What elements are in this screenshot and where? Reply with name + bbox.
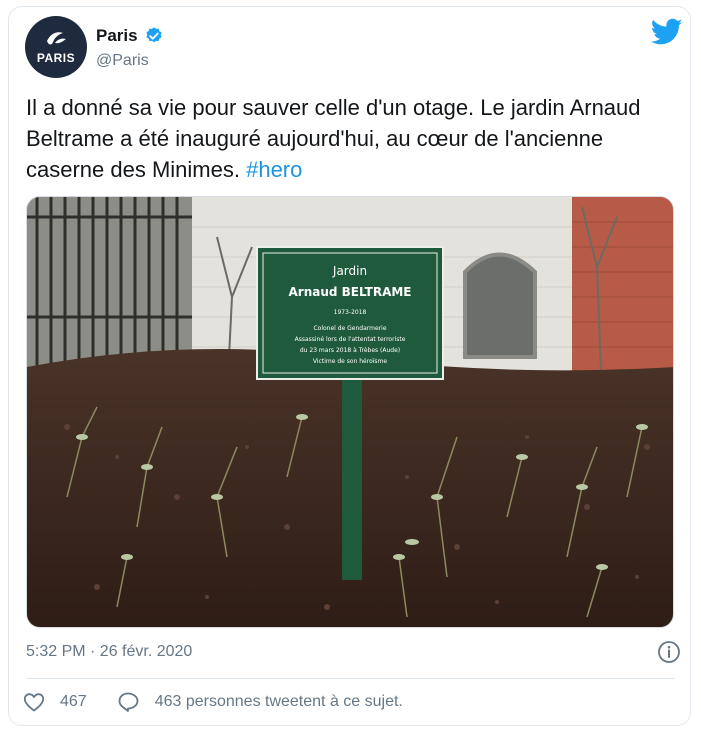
sign-line-3: 1973-2018 <box>334 309 367 316</box>
arched-window <box>463 252 537 359</box>
avatar[interactable]: PARIS <box>25 16 87 78</box>
author-handle[interactable]: @Paris <box>96 52 149 70</box>
reply-label: 463 personnes tweetent à ce sujet. <box>154 693 403 710</box>
like-button[interactable]: 467 <box>22 690 87 714</box>
sign-line-4: Colonel de Gendarmerie <box>313 325 386 332</box>
garden-sign-photo: Jardin Arnaud BELTRAME 1973-2018 Colonel… <box>27 197 673 627</box>
sign-post <box>342 375 362 580</box>
divider <box>26 678 675 679</box>
sign-line-5: Assassiné lors de l'attentat terroriste <box>295 336 406 343</box>
hashtag-link[interactable]: #hero <box>246 157 302 182</box>
twitter-bird-icon[interactable] <box>651 18 683 46</box>
sign-line-2: Arnaud BELTRAME <box>288 285 411 299</box>
like-count: 467 <box>60 693 87 710</box>
tweet-timestamp[interactable]: 5:32 PM · 26 févr. 2020 <box>26 643 192 661</box>
author-name[interactable]: Paris <box>96 26 138 46</box>
tweet-text: Il a donné sa vie pour sauver celle d'un… <box>26 92 666 185</box>
speech-bubble-icon <box>118 692 139 712</box>
sign-line-6: du 23 mars 2018 à Trèbes (Aude) <box>300 347 400 354</box>
tweet-body: Il a donné sa vie pour sauver celle d'un… <box>26 95 641 182</box>
paris-logo-icon <box>47 32 66 45</box>
info-icon[interactable] <box>657 640 681 664</box>
author-name-row: Paris <box>96 26 164 46</box>
reply-button[interactable]: 463 personnes tweetent à ce sujet. <box>117 690 403 714</box>
avatar-label: PARIS <box>36 51 76 65</box>
sign-line-7: Victime de son héroïsme <box>313 358 387 365</box>
heart-icon <box>23 693 45 712</box>
sign-line-1: Jardin <box>332 264 367 278</box>
tweet-photo[interactable]: Jardin Arnaud BELTRAME 1973-2018 Colonel… <box>26 196 674 628</box>
tweet-actions: 467 463 personnes tweetent à ce sujet. <box>22 690 403 714</box>
verified-badge-icon <box>146 27 162 43</box>
